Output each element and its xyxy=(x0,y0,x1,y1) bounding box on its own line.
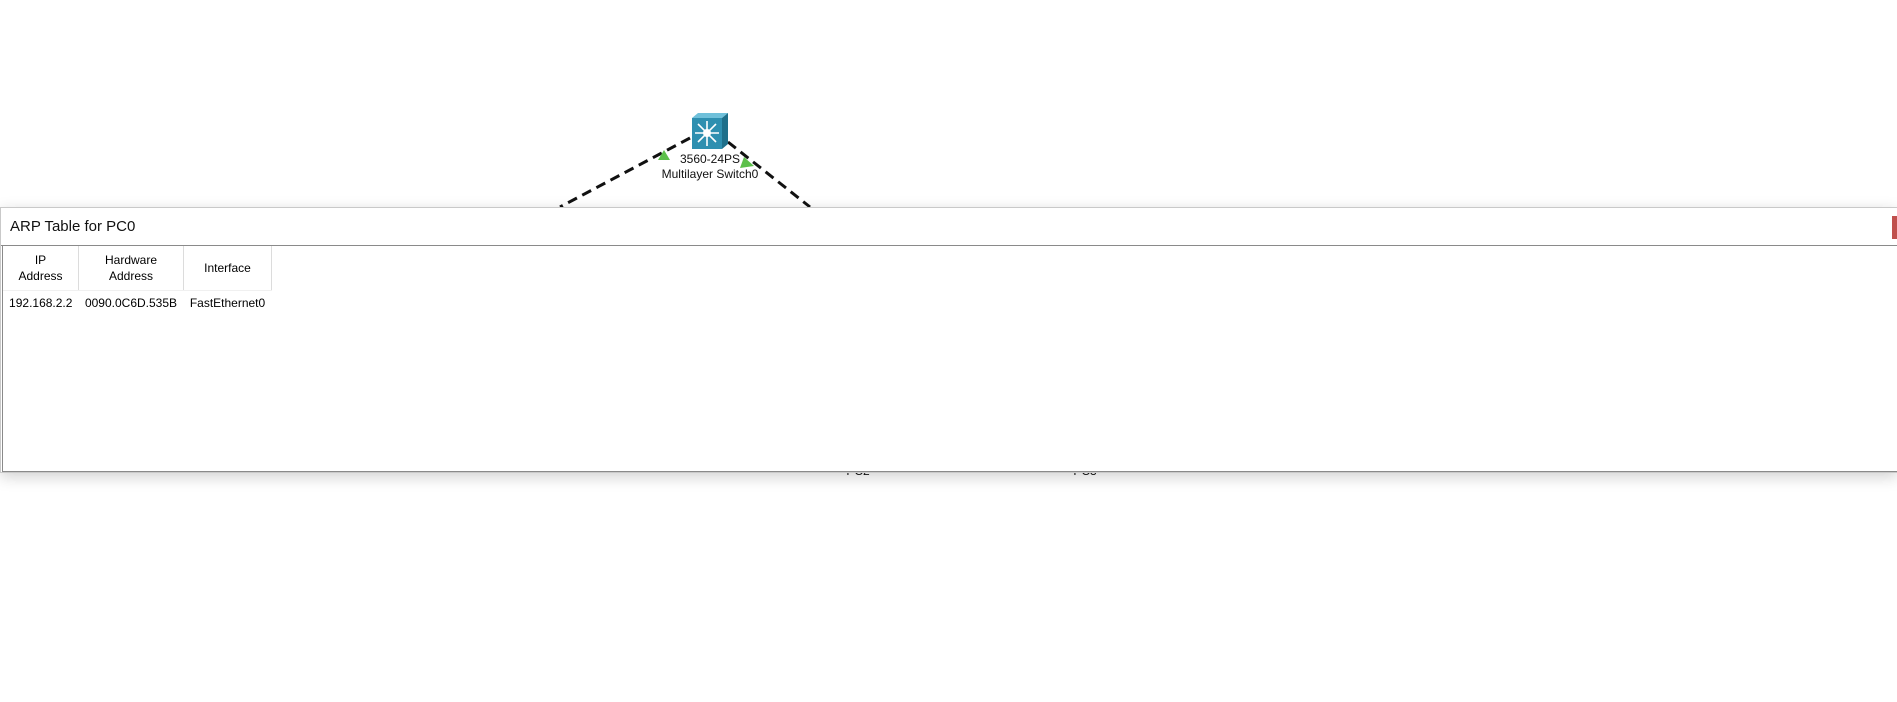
table-header-row: IP Address Hardware Address Interface xyxy=(3,246,272,291)
column-header-ip[interactable]: IP Address xyxy=(3,246,79,291)
header-label-ip: IP Address xyxy=(18,253,63,283)
switch-name: Multilayer Switch0 xyxy=(661,167,759,181)
cell-interface: FastEthernet0 xyxy=(189,296,266,310)
column-header-hardware[interactable]: Hardware Address xyxy=(78,246,184,291)
cell-mac: 0090.0C6D.535B xyxy=(84,296,178,310)
arp-table: IP Address Hardware Address Interface 19… xyxy=(3,246,272,315)
cell-ip: 192.168.2.2 xyxy=(9,296,73,310)
close-button[interactable] xyxy=(1892,216,1897,239)
multilayer-switch-icon[interactable] xyxy=(692,113,728,149)
switch-label: 3560-24PS Multilayer Switch0 xyxy=(655,152,765,182)
window-title: ARP Table for PC0 xyxy=(10,218,136,235)
arp-table-window[interactable]: ARP Table for PC0 IP Address Hardware Ad… xyxy=(0,207,1897,473)
arp-table-container: IP Address Hardware Address Interface 19… xyxy=(2,246,1897,472)
window-titlebar[interactable]: ARP Table for PC0 xyxy=(1,208,1897,246)
switch-model: 3560-24PS xyxy=(679,152,741,166)
header-label-hardware: Hardware Address xyxy=(104,253,158,283)
column-header-interface[interactable]: Interface xyxy=(183,246,272,291)
header-label-interface: Interface xyxy=(204,261,251,275)
table-row[interactable]: 192.168.2.2 0090.0C6D.535B FastEthernet0 xyxy=(3,291,272,316)
